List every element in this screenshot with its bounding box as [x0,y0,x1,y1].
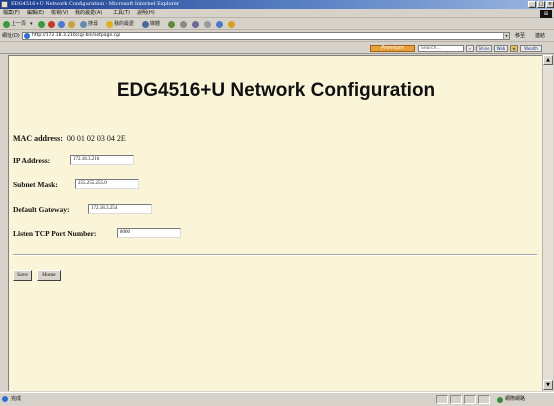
zone-text: 網際網路 [505,396,526,402]
ip-address-label: IP Address: [13,156,51,165]
subnet-mask-input[interactable]: 255.255.255.0 [75,179,139,189]
mail-icon[interactable] [180,21,187,28]
media-label[interactable]: 媒體 [150,20,160,29]
favorites-label[interactable]: 我的最愛 [114,20,134,29]
toolbar: 上一頁 ▾ 搜尋 我的最愛 媒體 [0,19,554,30]
maximize-button[interactable]: □ [537,1,545,8]
premium-button[interactable]: Premium [370,45,415,52]
default-gateway-label: Default Gateway: [13,205,70,214]
minimize-button[interactable]: _ [528,1,536,8]
address-dropdown-icon[interactable]: ▾ [503,33,509,39]
menu-favorites[interactable]: 我的最愛(A) [75,9,102,18]
links-button[interactable]: 連結 [535,30,545,42]
back-dropdown-icon[interactable]: ▾ [30,20,33,29]
status-cell [478,395,490,404]
home-button[interactable]: Home [37,270,61,281]
star-icon[interactable]: ★ [510,45,518,52]
search-toolbar: Premium Search... ⌕ Shine Web ★ Wealth [0,43,554,54]
menu-help[interactable]: 說明(H) [137,9,155,18]
page-content: EDG4516+U Network Configuration MAC addr… [8,55,542,391]
messenger-icon[interactable] [228,21,235,28]
shine-button[interactable]: Shine [476,45,492,52]
address-bar: 網址(D) http://172.18.3.216/cgi-bin/setpag… [0,30,554,42]
mac-address: MAC address: 00 01 02 03 04 2E [13,134,126,143]
browser-window: EDG4516+U Network Configuration - Micros… [0,0,554,406]
menu-bar: 檔案(F) 編輯(E) 檢視(V) 我的最愛(A) 工具(T) 說明(H) ⊞ [0,9,554,18]
status-cell [450,395,462,404]
print-icon[interactable] [192,21,199,28]
search-icon[interactable] [80,21,87,28]
ie-app-icon [1,1,8,8]
scroll-up-icon[interactable]: ▲ [543,55,553,65]
toolbar-search-input[interactable]: Search... [418,45,464,52]
address-label: 網址(D) [2,33,20,39]
status-cell [464,395,476,404]
address-url[interactable]: http://172.18.3.216/cgi-bin/setpage.cgi [32,33,120,39]
favorites-icon[interactable] [106,21,113,28]
menu-file[interactable]: 檔案(F) [3,9,20,18]
mac-value: 00 01 02 03 04 2E [66,134,126,143]
back-button-label[interactable]: 上一頁 [11,20,26,29]
windows-logo-icon: ⊞ [540,10,552,18]
menu-view[interactable]: 檢視(V) [51,9,68,18]
page-title: EDG4516+U Network Configuration [116,80,436,101]
address-input[interactable]: http://172.18.3.216/cgi-bin/setpage.cgi … [22,32,510,40]
internet-zone-icon [497,397,503,403]
refresh-icon[interactable] [58,21,65,28]
menu-tools[interactable]: 工具(T) [113,9,130,18]
toolbar-search-icon[interactable]: ⌕ [466,45,474,52]
tcp-port-input[interactable]: 8000 [117,228,181,238]
close-button[interactable]: × [546,1,554,8]
default-gateway-input[interactable]: 172.18.3.254 [88,204,152,214]
back-icon[interactable] [3,21,10,28]
go-button[interactable]: 移至 [515,30,525,42]
menu-edit[interactable]: 編輯(E) [27,9,44,18]
window-title: EDG4516+U Network Configuration - Micros… [11,1,180,7]
scroll-down-icon[interactable]: ▼ [543,380,553,390]
page-status-icon [2,396,8,402]
history-icon[interactable] [168,21,175,28]
search-label[interactable]: 搜尋 [88,20,98,29]
web-button[interactable]: Web [494,45,508,52]
mac-label: MAC address: [13,134,63,143]
edit-icon[interactable] [204,21,211,28]
page-icon [24,33,30,39]
vertical-scrollbar[interactable]: ▲ ▼ [542,55,553,391]
media-icon[interactable] [142,21,149,28]
ip-address-input[interactable]: 172.18.3.216 [70,155,134,165]
home-icon[interactable] [68,21,75,28]
save-button[interactable]: Save [13,270,32,281]
divider [13,254,537,256]
status-text: 完成 [11,396,22,402]
discuss-icon[interactable] [216,21,223,28]
wealth-button[interactable]: Wealth [520,45,542,52]
status-bar: 完成 網際網路 [0,392,554,406]
tcp-port-label: Listen TCP Port Number: [13,229,97,238]
forward-icon[interactable] [38,21,45,28]
title-bar: EDG4516+U Network Configuration - Micros… [0,0,554,9]
status-cell [436,395,448,404]
stop-icon[interactable] [48,21,55,28]
subnet-mask-label: Subnet Mask: [13,180,58,189]
